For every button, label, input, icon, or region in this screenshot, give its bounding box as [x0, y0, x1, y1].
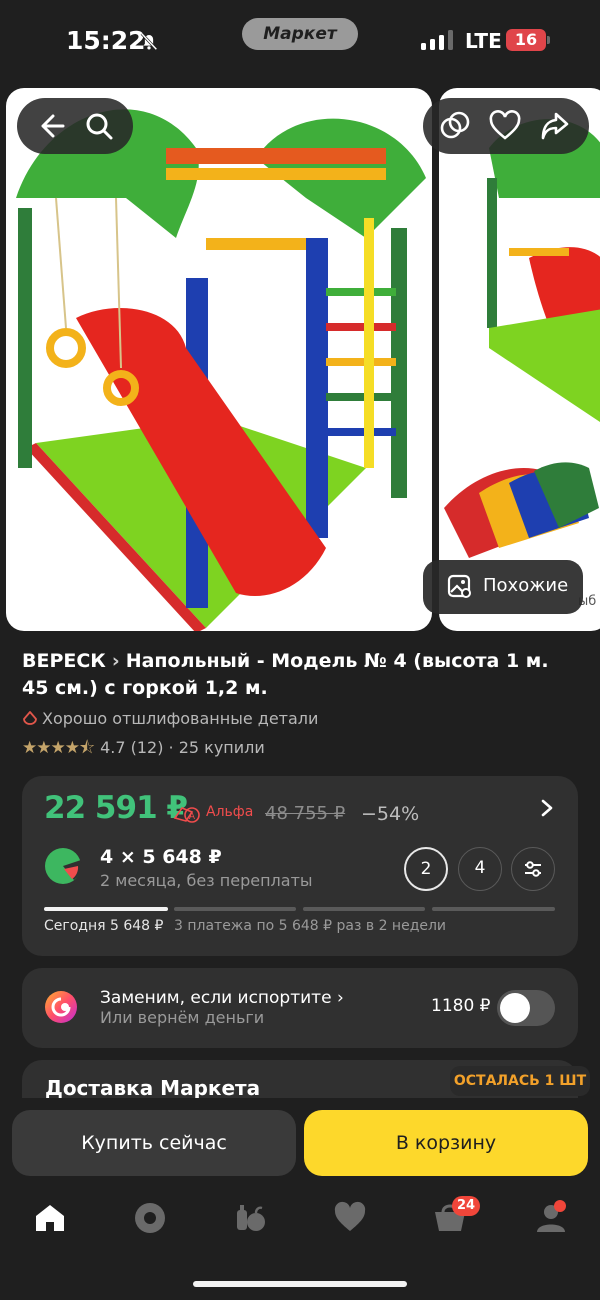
toggle-knob[interactable]	[500, 993, 530, 1023]
home-icon[interactable]	[32, 1200, 68, 1236]
action-bar: Купить сейчас В корзину	[0, 1098, 600, 1186]
old-price: 48 755 ₽	[265, 803, 346, 824]
back-arrow-icon[interactable]	[33, 108, 69, 144]
later-payments: 3 платежа по 5 648 ₽ раз в 2 недели	[174, 918, 447, 934]
rating-stars-icon: ★★★★⯪	[22, 738, 95, 758]
purchase-count: · 25 купили	[168, 738, 265, 757]
brand-link[interactable]: ВЕРЕСК	[22, 650, 106, 672]
nav-pill-left	[17, 98, 133, 154]
app-logo-pill[interactable]: Маркет	[242, 18, 358, 50]
product-photo-next[interactable]: ыб	[439, 88, 600, 631]
share-icon[interactable]	[537, 108, 573, 144]
playground-illustration-next	[444, 119, 600, 558]
favorite-heart-icon[interactable]	[487, 108, 523, 144]
alfa-label: Альфа	[206, 804, 254, 820]
cart-badge: 24	[452, 1196, 480, 1216]
rating-row[interactable]: ★★★★⯪ 4.7 (12) · 25 купили	[22, 735, 265, 764]
alfa-card-icon: А	[173, 807, 200, 823]
product-photo[interactable]	[6, 88, 432, 631]
protection-logo-icon	[45, 991, 77, 1023]
add-to-cart-button[interactable]: В корзину	[304, 1110, 588, 1176]
stock-badge: ОСТАЛАСЬ 1 ШТ	[450, 1066, 590, 1096]
delivery-title: Доставка Маркета	[45, 1076, 261, 1100]
compare-icon[interactable]	[437, 108, 473, 144]
buy-now-button[interactable]: Купить сейчас	[12, 1110, 296, 1176]
protection-card[interactable]: Заменим, если испортите › Или вернём ден…	[22, 968, 578, 1048]
profile-notification-dot	[554, 1200, 566, 1212]
split-terms: 2 месяца, без переплаты	[100, 871, 313, 890]
feature-text: Хорошо отшлифованные детали	[42, 709, 319, 728]
home-indicator[interactable]	[193, 1281, 407, 1287]
payment-progress-1	[44, 907, 168, 911]
svg-text:А: А	[189, 812, 196, 822]
split-logo-icon	[45, 848, 82, 884]
status-bar: 15:22 Маркет LTE 16	[0, 0, 600, 84]
split-settings-button[interactable]	[511, 847, 555, 891]
settings-sliders-icon	[525, 861, 541, 877]
product-feature: Хорошо отшлифованные детали	[22, 709, 318, 728]
nav-pill-right	[423, 98, 589, 154]
protection-title-text: Заменим, если испортите	[100, 988, 332, 1008]
rating-count: (12)	[130, 738, 164, 757]
product-title: ВЕРЕСК › Напольный - Модель № 4 (высота 1 …	[22, 648, 562, 702]
payment-progress-3	[303, 907, 425, 911]
payment-progress-4	[432, 907, 555, 911]
payment-progress-2	[174, 907, 296, 911]
image-search-icon	[447, 574, 471, 598]
protection-price: 1180 ₽	[431, 996, 491, 1016]
playground-illustration	[16, 109, 426, 631]
split-amount: 4 × 5 648 ₽	[100, 846, 222, 868]
discount-percent: −54%	[361, 803, 420, 825]
protection-subtitle: Или вернём деньги	[100, 1008, 265, 1027]
chevron-right-icon: ›	[336, 988, 344, 1008]
battery-tip	[547, 36, 550, 44]
favorites-icon[interactable]	[332, 1200, 368, 1236]
status-time: 15:22	[66, 26, 146, 55]
feature-icon	[23, 711, 37, 725]
signal-icon	[421, 30, 453, 50]
catalog-icon[interactable]	[232, 1200, 268, 1236]
chevron-right-icon: ›	[111, 650, 120, 672]
battery-level: 16	[506, 29, 546, 51]
similar-label: Похожие	[483, 575, 569, 596]
current-price: 22 591 ₽	[44, 790, 188, 826]
split-option-2[interactable]: 2	[404, 847, 448, 891]
network-type: LTE	[465, 29, 502, 53]
today-payment: Сегодня 5 648 ₽	[44, 918, 164, 934]
chevron-right-icon[interactable]	[539, 798, 555, 818]
bell-muted-icon	[140, 32, 158, 51]
similar-button[interactable]: Похожие	[423, 560, 583, 614]
price-card[interactable]: 22 591 ₽ А Альфа 48 755 ₽ −54% 4 × 5 648…	[22, 776, 578, 956]
product-gallery[interactable]: ыб Похожие	[0, 88, 600, 632]
alice-icon[interactable]	[132, 1200, 168, 1236]
split-option-4[interactable]: 4	[458, 847, 502, 891]
search-icon[interactable]	[81, 108, 117, 144]
rating-value: 4.7	[100, 738, 126, 757]
protection-title[interactable]: Заменим, если испортите ›	[100, 988, 344, 1008]
